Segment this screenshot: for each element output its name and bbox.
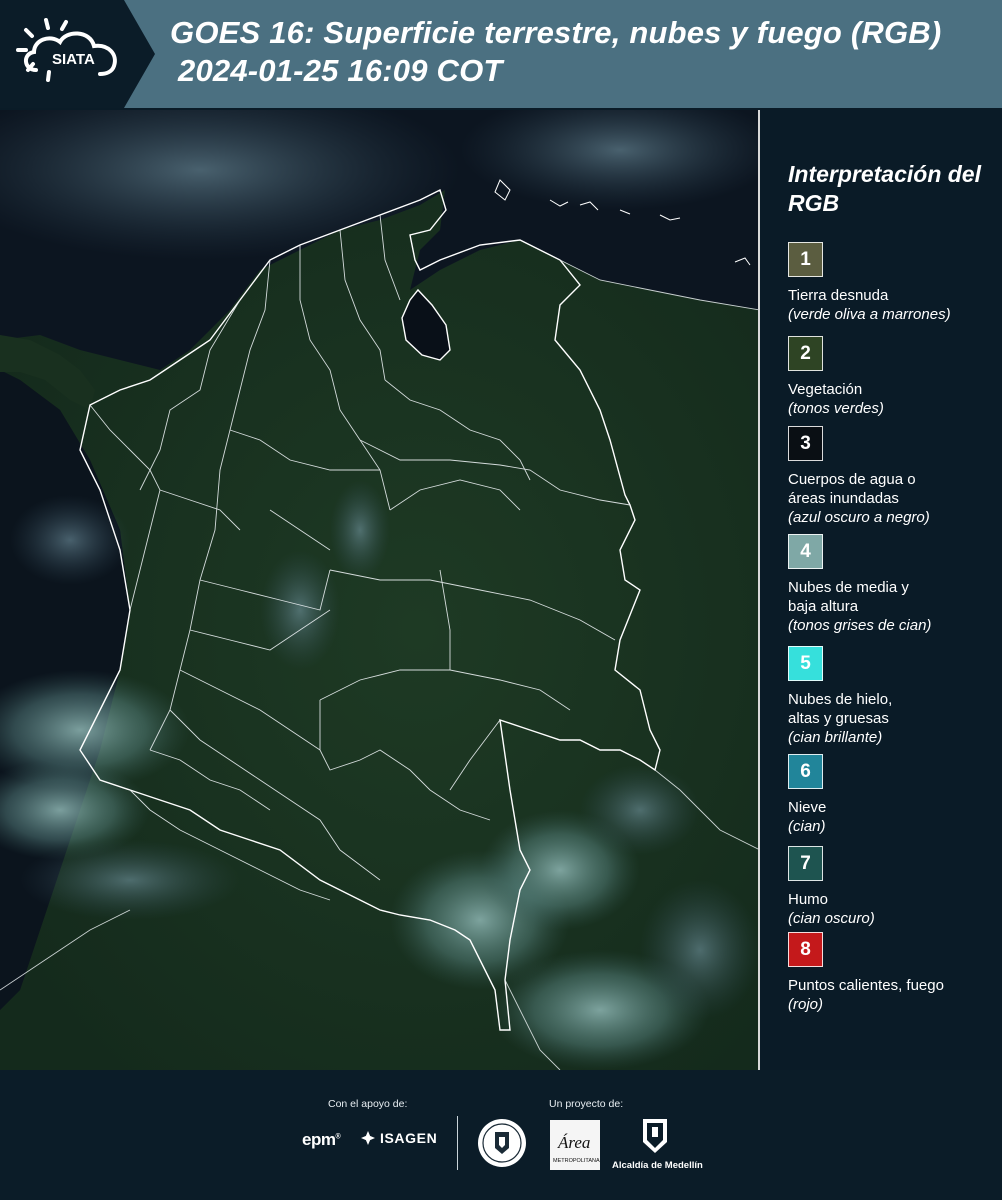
- legend-swatch: 7: [788, 846, 823, 881]
- legend-item-description: (rojo): [788, 996, 824, 1013]
- isagen-icon: [361, 1131, 375, 1145]
- legend-item-2: 2 Vegetación (tonos verdes): [788, 336, 998, 418]
- satellite-image: [0, 110, 758, 1070]
- legend-item-5: 5 Nubes de hielo, altas y gruesas (cian br…: [788, 646, 998, 747]
- legend-item-name: Puntos calientes, fuego: [788, 977, 944, 994]
- title-line-1: GOES 16: Superficie terrestre, nubes y f…: [170, 15, 942, 50]
- page-title: GOES 16: Superficie terrestre, nubes y f…: [170, 14, 941, 90]
- cloud-pacific: [10, 495, 130, 585]
- legend-swatch: 3: [788, 426, 823, 461]
- legend-item-description: (tonos verdes): [788, 400, 884, 417]
- legend-item-8: 8 Puntos calientes, fuego (rojo): [788, 932, 998, 1014]
- legend-item-description: (azul oscuro a negro): [788, 509, 930, 526]
- legend-swatch: 1: [788, 242, 823, 277]
- legend-swatch: 6: [788, 754, 823, 789]
- legend-item-name: Tierra desnuda: [788, 287, 889, 304]
- isagen-logo: ISAGEN: [360, 1130, 437, 1146]
- alcaldia-label: Alcaldía de Medellín: [612, 1160, 703, 1171]
- satellite-map: [0, 110, 760, 1070]
- footer: Con el apoyo de: Un proyecto de: epm® IS…: [0, 1070, 1002, 1200]
- project-label: Un proyecto de:: [549, 1098, 624, 1110]
- legend-item-name: Cuerpos de agua o áreas inundadas: [788, 471, 916, 507]
- legend-item-description: (cian): [788, 818, 826, 835]
- legend-item-description: (verde oliva a marrones): [788, 306, 951, 323]
- svg-text:SIATA: SIATA: [52, 51, 95, 68]
- legend-item-6: 6 Nieve (cian): [788, 754, 998, 836]
- epm-logo: epm®: [302, 1130, 341, 1149]
- legend-item-3: 3 Cuerpos de agua o áreas inundadas (azul …: [788, 426, 998, 527]
- svg-text:METROPOLITANA: METROPOLITANA: [553, 1158, 600, 1164]
- legend-item-description: (cian brillante): [788, 729, 883, 746]
- legend-item-description: (tonos grises de cian): [788, 617, 932, 634]
- legend-item-name: Nubes de hielo, altas y gruesas: [788, 691, 893, 727]
- legend-swatch: 4: [788, 534, 823, 569]
- legend-item-name: Nubes de media y baja altura: [788, 579, 909, 615]
- legend-swatch: 5: [788, 646, 823, 681]
- legend-item-1: 1 Tierra desnuda (verde oliva a marrones): [788, 242, 998, 324]
- legend: Interpretación del RGB 1 Tierra desnuda (v…: [788, 160, 998, 1013]
- legend-item-description: (cian oscuro): [788, 910, 875, 927]
- support-label: Con el apoyo de:: [328, 1098, 408, 1110]
- footer-divider: [457, 1116, 458, 1170]
- legend-title: Interpretación del RGB: [788, 161, 981, 216]
- header: SIATA GOES 16: Superficie terrestre, nub…: [0, 0, 1002, 108]
- legend-item-name: Vegetación: [788, 381, 863, 398]
- alcaldia-shield-icon: [643, 1119, 667, 1153]
- legend-item-name: Humo: [788, 891, 829, 908]
- legend-item-name: Nieve: [788, 799, 827, 816]
- legend-swatch: 2: [788, 336, 823, 371]
- legend-item-4: 4 Nubes de media y baja altura (tonos gris…: [788, 534, 998, 635]
- svg-text:Área: Área: [557, 1133, 590, 1152]
- legend-swatch: 8: [788, 932, 823, 967]
- title-timestamp: 2024-01-25 16:09 COT: [178, 53, 503, 88]
- area-metropolitana-logo: Área METROPOLITANA: [550, 1120, 600, 1170]
- university-seal-icon: [478, 1119, 526, 1167]
- legend-item-7: 7 Humo (cian oscuro): [788, 846, 998, 928]
- siata-logo: SIATA: [16, 18, 117, 82]
